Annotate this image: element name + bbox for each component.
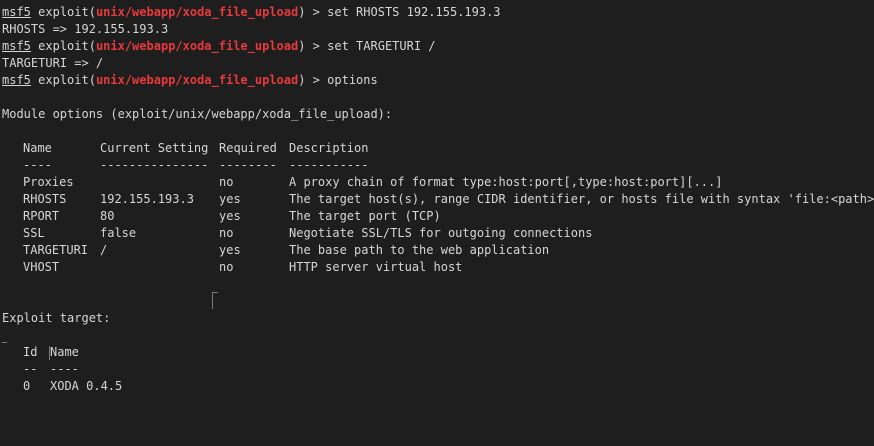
options-separator-row: ---- --------------- -------- ----------…: [2, 157, 874, 174]
terminal-window[interactable]: msf5 exploit(unix/webapp/xoda_file_uploa…: [0, 0, 874, 403]
column-header: Description: [289, 141, 369, 155]
separator: --------: [219, 158, 277, 172]
option-required: no: [219, 226, 234, 240]
column-header: Current Setting: [100, 141, 209, 155]
selection-corner-mark: [212, 292, 218, 309]
column-header: Required: [219, 141, 277, 155]
command-output: RHOSTS => 192.155.193.3: [2, 22, 169, 36]
option-description: A proxy chain of format type:host:port[,…: [289, 175, 723, 189]
separator: ----: [23, 158, 52, 172]
prompt-end: ) >: [298, 73, 328, 87]
command-line: msf5 exploit(unix/webapp/xoda_file_uploa…: [2, 38, 874, 55]
selection-corner-mark: [49, 346, 51, 360]
option-setting: /: [100, 243, 108, 257]
option-name: VHOST: [23, 260, 60, 274]
option-description: The base path to the web application: [289, 243, 550, 257]
command-text: options: [327, 73, 378, 87]
table-row: TARGETURI / yes The base path to the web…: [2, 242, 874, 259]
module-path: unix/webapp/xoda_file_upload: [95, 73, 299, 87]
table-row: 0 XODA 0.4.5: [2, 378, 874, 395]
option-setting: false: [100, 226, 137, 240]
column-header: Name: [50, 345, 79, 359]
prompt-cmd: exploit(: [38, 39, 96, 53]
option-required: no: [219, 175, 234, 189]
module-path: unix/webapp/xoda_file_upload: [95, 5, 299, 19]
prompt-label: msf5: [2, 73, 31, 87]
command-text: set RHOSTS 192.155.193.3: [327, 5, 501, 19]
option-name: RHOSTS: [23, 192, 67, 206]
module-path: unix/webapp/xoda_file_upload: [95, 39, 299, 53]
option-description: The target port (TCP): [289, 209, 441, 223]
target-id: 0: [23, 379, 31, 393]
prompt-label: msf5: [2, 39, 31, 53]
prompt-end: ) >: [298, 5, 328, 19]
command-line: msf5 exploit(unix/webapp/xoda_file_uploa…: [2, 4, 874, 21]
table-row: RPORT 80 yes The target port (TCP): [2, 208, 874, 225]
selection-corner-mark: [2, 342, 7, 344]
options-header-row: Name Current Setting Required Descriptio…: [2, 140, 874, 157]
option-required: yes: [219, 243, 241, 257]
option-name: RPORT: [23, 209, 60, 223]
separator: ----: [50, 362, 79, 376]
command-text: set TARGETURI /: [327, 39, 436, 53]
option-setting: 192.155.193.3: [100, 192, 194, 206]
separator: ---------------: [100, 158, 209, 172]
target-name: XODA 0.4.5: [50, 379, 123, 393]
target-separator-row: -- ----: [2, 361, 874, 378]
prompt-end: ) >: [298, 39, 328, 53]
table-row: RHOSTS 192.155.193.3 yes The target host…: [2, 191, 874, 208]
option-name: TARGETURI: [23, 243, 89, 257]
table-row: VHOST no HTTP server virtual host: [2, 259, 874, 276]
option-required: yes: [219, 209, 241, 223]
option-name: SSL: [23, 226, 45, 240]
table-row: SSL false no Negotiate SSL/TLS for outgo…: [2, 225, 874, 242]
column-header: Id: [23, 345, 38, 359]
option-name: Proxies: [23, 175, 74, 189]
command-output: TARGETURI => /: [2, 56, 104, 70]
option-setting: 80: [100, 209, 115, 223]
prompt-cmd: exploit(: [38, 5, 96, 19]
separator: -----------: [289, 158, 369, 172]
target-header-row: Id Name: [2, 344, 874, 361]
prompt-cmd: exploit(: [38, 73, 96, 87]
option-required: yes: [219, 192, 241, 206]
command-line: msf5 exploit(unix/webapp/xoda_file_uploa…: [2, 72, 874, 89]
separator: --: [23, 362, 38, 376]
option-description: HTTP server virtual host: [289, 260, 463, 274]
option-required: no: [219, 260, 234, 274]
target-title: Exploit target:: [2, 311, 111, 325]
prompt-label: msf5: [2, 5, 31, 19]
option-description: The target host(s), range CIDR identifie…: [289, 192, 874, 206]
options-title: Module options (exploit/unix/webapp/xoda…: [2, 107, 393, 121]
table-row: Proxies no A proxy chain of format type:…: [2, 174, 874, 191]
option-description: Negotiate SSL/TLS for outgoing connectio…: [289, 226, 593, 240]
column-header: Name: [23, 141, 52, 155]
